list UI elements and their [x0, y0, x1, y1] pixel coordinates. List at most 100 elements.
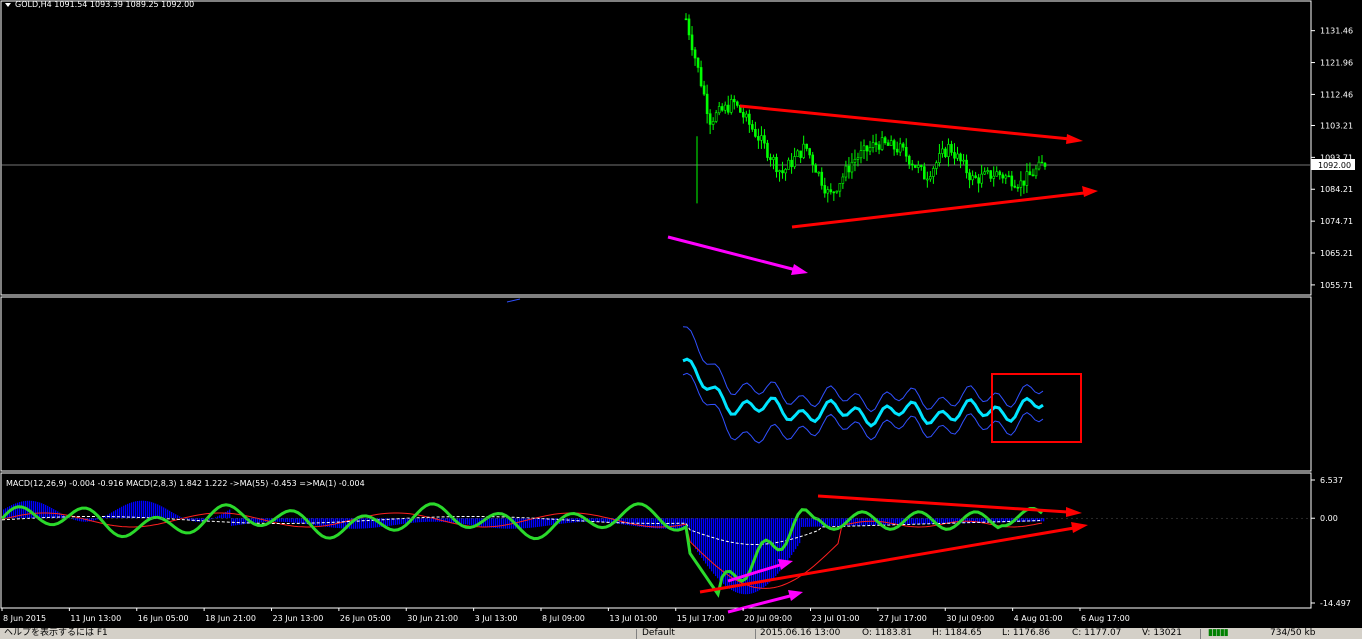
macd-histogram-bar: [367, 518, 369, 529]
macd-histogram-bar: [285, 518, 287, 523]
price-pane[interactable]: GOLD,H4 1091.54 1093.39 1089.25 1092.00 …: [0, 0, 1355, 296]
macd-histogram-bar: [627, 518, 629, 526]
macd-histogram-bar: [889, 518, 891, 525]
macd-histogram-bar: [575, 518, 577, 523]
indicator-pane[interactable]: [0, 296, 1312, 472]
candle-body: [853, 159, 857, 163]
macd-histogram-bar: [463, 518, 465, 525]
macd-histogram-bar: [153, 502, 155, 519]
candle-body: [871, 142, 875, 148]
candle-body: [1034, 168, 1038, 177]
macd-histogram-bar: [729, 518, 731, 589]
time-tick-label: 3 Jul 13:00: [475, 614, 518, 623]
macd-histogram-bar: [675, 518, 677, 529]
macd-histogram-bar: [811, 518, 813, 527]
macd-histogram-bar: [23, 501, 25, 519]
macd-histogram-bar: [521, 518, 523, 529]
macd-histogram-bar: [297, 518, 299, 524]
macd-histogram-bar: [925, 518, 927, 525]
macd-histogram-bar: [421, 518, 423, 523]
candle-body: [790, 159, 793, 168]
macd-histogram-bar: [47, 505, 49, 519]
macd-histogram-bar: [235, 518, 237, 526]
macd-histogram-bar: [221, 514, 223, 519]
macd-tick-label: 6.537: [1320, 476, 1343, 485]
macd-histogram-bar: [855, 518, 857, 526]
macd-histogram-bar: [77, 518, 79, 521]
candle-body: [1007, 175, 1011, 178]
macd-histogram-bar: [693, 518, 695, 547]
candle-body: [838, 183, 842, 192]
macd-histogram-bar: [173, 513, 175, 519]
macd-histogram-bar: [243, 518, 245, 525]
macd-histogram-bar: [829, 518, 831, 527]
macd-histogram-bar: [217, 516, 219, 519]
macd-histogram-bar: [145, 500, 147, 519]
candle-body: [805, 143, 808, 149]
candle-body: [787, 159, 790, 170]
candle-body: [916, 165, 920, 168]
price-tick-label: 1074.71: [1320, 217, 1353, 226]
macd-histogram-bar: [465, 518, 467, 525]
macd-histogram-bar: [31, 500, 33, 519]
candle-body: [778, 170, 781, 173]
macd-histogram-bar: [505, 518, 507, 529]
candle-body: [769, 157, 772, 160]
candle-body: [865, 145, 869, 152]
macd-histogram-bar: [717, 518, 719, 579]
chart-title: GOLD,H4 1091.54 1093.39 1089.25 1092.00: [15, 0, 194, 9]
macd-histogram-bar: [1041, 518, 1043, 522]
candle-body: [811, 154, 815, 166]
candle-body: [757, 136, 760, 141]
macd-histogram-bar: [507, 518, 509, 529]
macd-histogram-bar: [139, 500, 141, 519]
candle-body: [717, 106, 721, 114]
price-tick-label: 1055.71: [1320, 281, 1353, 290]
candle-body: [944, 148, 947, 158]
candle-body: [841, 176, 845, 184]
macd-histogram-bar: [301, 518, 303, 524]
candle-body: [1004, 175, 1008, 179]
macd-histogram-bar: [885, 518, 887, 526]
candle-body: [901, 143, 905, 148]
candle-body: [904, 146, 908, 157]
macd-histogram-bar: [195, 518, 197, 522]
macd-histogram-bar: [797, 518, 799, 547]
candle-body: [953, 152, 956, 159]
status-volume: V: 13021: [1142, 628, 1182, 638]
macd-histogram-bar: [45, 504, 47, 519]
candle-body: [1040, 161, 1044, 164]
macd-histogram-bar: [923, 518, 925, 525]
macd-histogram-bar: [137, 500, 139, 519]
macd-histogram-bar: [473, 518, 475, 526]
macd-histogram-bar: [835, 518, 837, 527]
macd-pane[interactable]: MACD(12,26,9) -0.004 -0.916 MACD(2,8,3) …: [0, 472, 1351, 614]
macd-histogram-bar: [469, 518, 471, 525]
candle-body: [938, 153, 941, 163]
macd-histogram-bar: [765, 518, 767, 586]
macd-histogram-bar: [219, 515, 221, 519]
trading-chart[interactable]: GOLD,H4 1091.54 1093.39 1089.25 1092.00 …: [0, 0, 1362, 639]
candle-body: [880, 137, 884, 150]
candle-body: [766, 142, 769, 158]
candle-body: [817, 171, 821, 174]
macd-histogram-bar: [727, 518, 729, 588]
macd-histogram-bar: [743, 518, 745, 595]
candle-body: [748, 113, 751, 125]
candle-body: [1016, 186, 1020, 189]
macd-histogram-bar: [735, 518, 737, 593]
price-tick-label: 1103.21: [1320, 121, 1353, 130]
macd-histogram-bar: [911, 518, 913, 525]
candle-body: [729, 99, 733, 113]
status-divider: [636, 629, 637, 639]
macd-histogram-bar: [939, 518, 941, 524]
candle-body: [781, 170, 784, 174]
candle-body: [1019, 180, 1023, 188]
macd-histogram-bar: [341, 518, 343, 529]
candle-body: [935, 162, 938, 169]
status-datetime: 2015.06.16 13:00: [760, 628, 841, 638]
macd-histogram-bar: [1043, 518, 1045, 522]
macd-histogram-bar: [813, 518, 815, 527]
candle-body: [962, 159, 965, 162]
candle-body: [708, 113, 712, 125]
